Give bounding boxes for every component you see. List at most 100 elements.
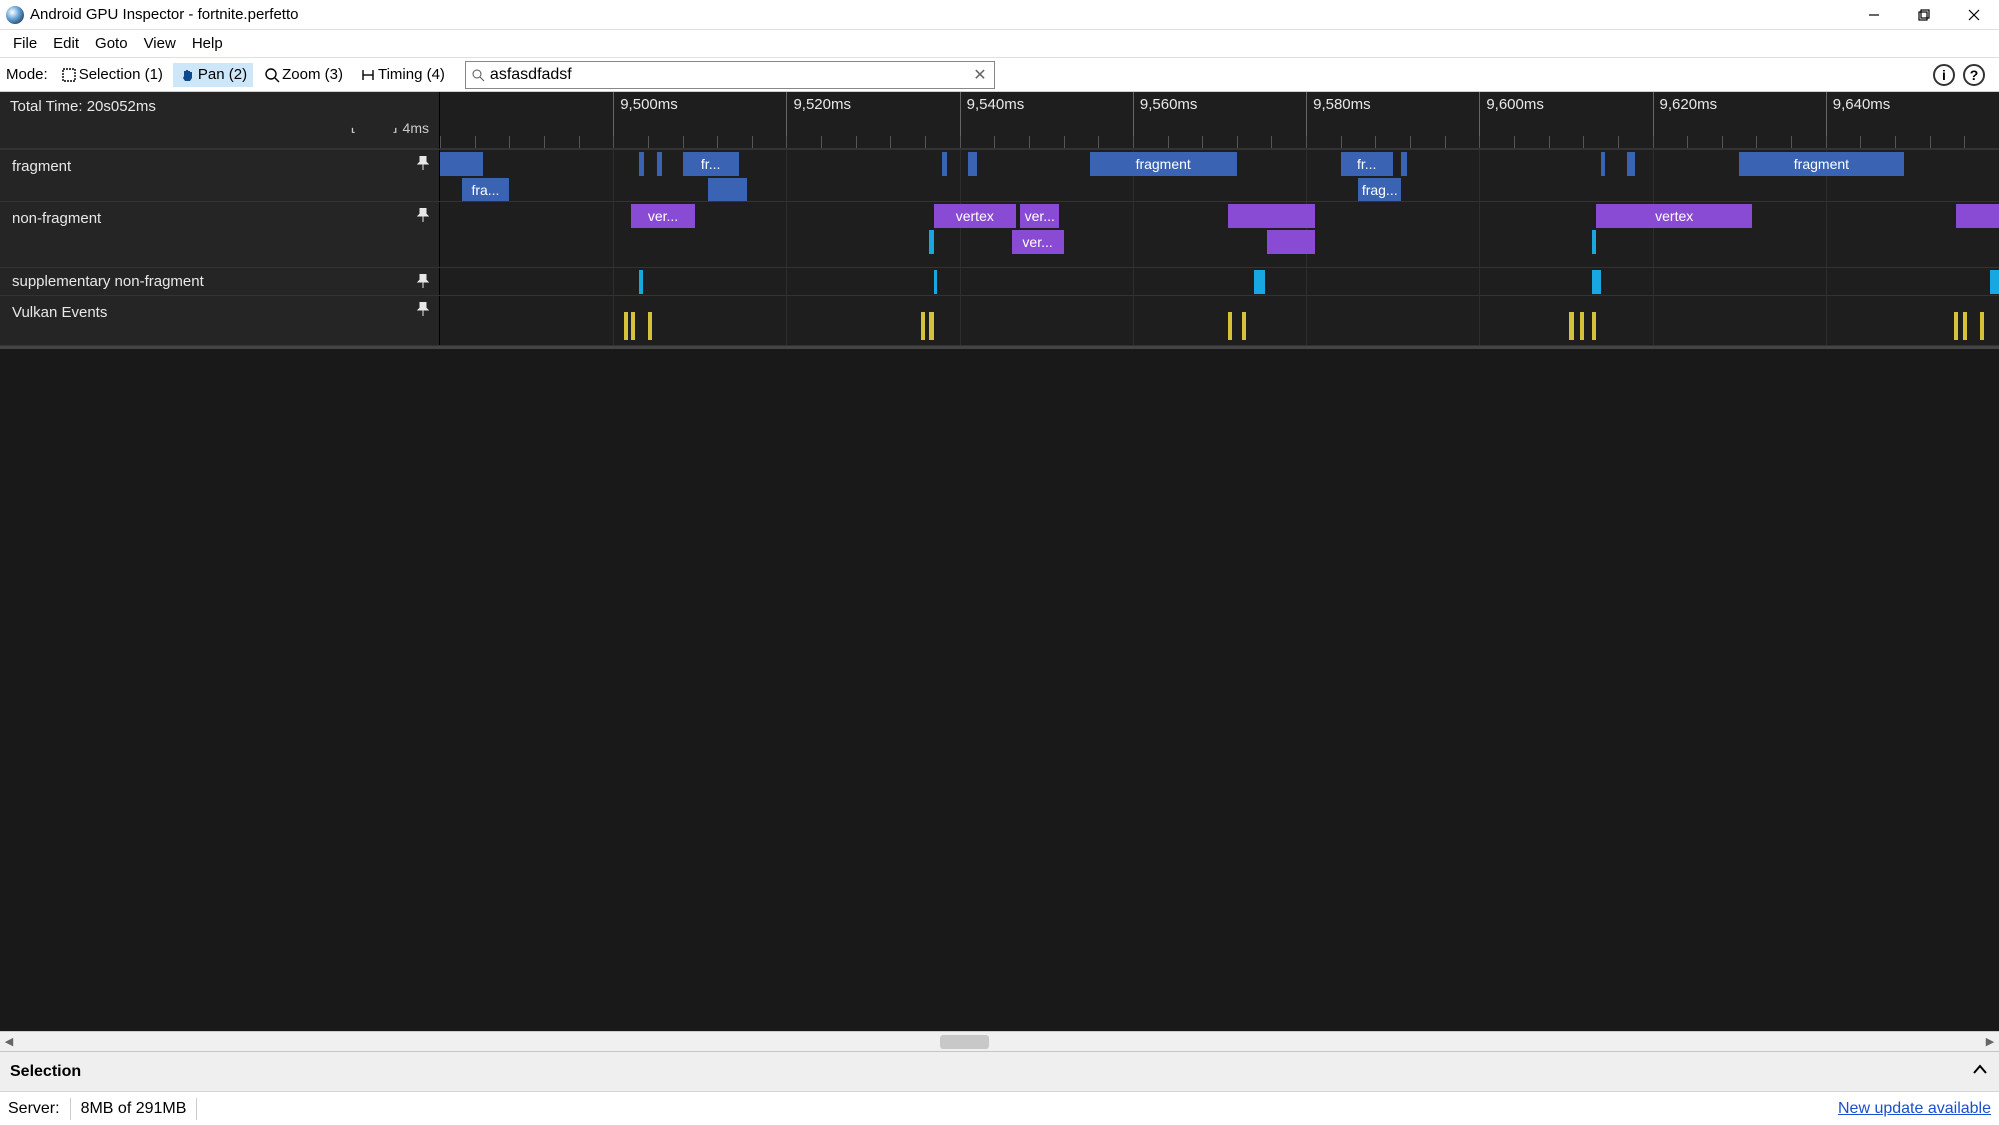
timeline-block[interactable] xyxy=(1401,152,1406,176)
timeline-block[interactable] xyxy=(440,152,483,176)
maximize-button[interactable] xyxy=(1899,0,1949,30)
timeline-block[interactable] xyxy=(1569,312,1573,340)
timeline-block[interactable] xyxy=(1267,230,1315,254)
scroll-left-button[interactable]: ◀ xyxy=(0,1032,18,1051)
scroll-thumb[interactable] xyxy=(940,1035,990,1049)
timeline-block[interactable] xyxy=(1592,270,1601,294)
close-button[interactable] xyxy=(1949,0,1999,30)
update-available-link[interactable]: New update available xyxy=(1838,1100,1991,1118)
scroll-right-button[interactable]: ▶ xyxy=(1981,1032,1999,1051)
mode-selection-label: Selection (1) xyxy=(79,66,163,83)
timeline-block[interactable] xyxy=(1580,312,1584,340)
track-label[interactable]: Vulkan Events xyxy=(0,296,440,345)
track-label[interactable]: fragment xyxy=(0,150,440,201)
status-memory: 8MB of 291MB xyxy=(81,1100,187,1118)
timeline-block[interactable] xyxy=(1228,312,1232,340)
track-label-text: non-fragment xyxy=(12,210,101,227)
track-content[interactable] xyxy=(440,268,1999,295)
timeline-block[interactable] xyxy=(639,270,642,294)
tick-minor xyxy=(1064,136,1065,148)
ruler-track[interactable]: 9,500ms9,520ms9,540ms9,560ms9,580ms9,600… xyxy=(440,92,1999,149)
timeline-block[interactable] xyxy=(624,312,628,340)
horizontal-scrollbar[interactable]: ◀ ▶ xyxy=(0,1031,1999,1051)
timeline-block[interactable]: fr... xyxy=(683,152,739,176)
menu-goto[interactable]: Goto xyxy=(88,32,135,55)
tick-label: 9,500ms xyxy=(620,96,678,113)
timeline-ruler: Total Time: 20s052ms ⸤ ⸥ 4ms 9,500ms9,52… xyxy=(0,92,1999,150)
mode-selection-button[interactable]: Selection (1) xyxy=(54,63,169,87)
timeline-block[interactable] xyxy=(929,230,933,254)
tick-minor xyxy=(648,136,649,148)
timeline-block[interactable] xyxy=(934,270,937,294)
timeline-block[interactable] xyxy=(1980,312,1984,340)
timeline-block[interactable] xyxy=(1990,270,1999,294)
tick-minor xyxy=(1029,136,1030,148)
pin-icon[interactable] xyxy=(417,208,429,226)
tick-minor xyxy=(1098,136,1099,148)
pin-icon[interactable] xyxy=(417,274,429,292)
timeline-block[interactable] xyxy=(639,152,644,176)
track-label[interactable]: non-fragment xyxy=(0,202,440,267)
menu-edit[interactable]: Edit xyxy=(46,32,86,55)
timeline-block[interactable] xyxy=(708,178,747,201)
track-content[interactable] xyxy=(440,296,1999,345)
mode-timing-label: Timing (4) xyxy=(378,66,445,83)
timeline-empty-area[interactable] xyxy=(0,346,1999,1031)
track-content[interactable]: fra...fr...fragmentfr...frag...fragment xyxy=(440,150,1999,201)
timeline-block[interactable]: vertex xyxy=(934,204,1016,228)
timeline-block[interactable]: vertex xyxy=(1596,204,1752,228)
timeline-block[interactable] xyxy=(1228,204,1315,228)
timeline-block[interactable]: fra... xyxy=(462,178,510,201)
info-button[interactable]: i xyxy=(1933,64,1955,86)
timeline-block[interactable]: ver... xyxy=(631,204,696,228)
timeline-block[interactable] xyxy=(1592,230,1596,254)
timeline-block[interactable]: fr... xyxy=(1341,152,1393,176)
timeline-block[interactable] xyxy=(631,312,635,340)
timeline-block[interactable] xyxy=(1627,152,1636,176)
tick-minor xyxy=(925,136,926,148)
timeline-block[interactable]: ver... xyxy=(1020,204,1059,228)
search-clear-button[interactable]: ✕ xyxy=(966,65,994,85)
timeline-block[interactable] xyxy=(968,152,977,176)
timeline-block[interactable] xyxy=(921,312,925,340)
timeline-block[interactable] xyxy=(1242,312,1246,340)
mode-pan-button[interactable]: Pan (2) xyxy=(173,63,253,87)
timeline-block[interactable] xyxy=(942,152,946,176)
pin-icon[interactable] xyxy=(417,302,429,320)
menu-bar: File Edit Goto View Help xyxy=(0,30,1999,58)
timeline-block[interactable] xyxy=(1956,204,1999,228)
track-content[interactable]: ver...vertexver...ver...vertex xyxy=(440,202,1999,267)
menu-help[interactable]: Help xyxy=(185,32,230,55)
timing-icon xyxy=(359,66,377,84)
mode-zoom-button[interactable]: Zoom (3) xyxy=(257,63,349,87)
tick-label: 9,640ms xyxy=(1833,96,1891,113)
track-label[interactable]: supplementary non-fragment xyxy=(0,268,440,295)
menu-view[interactable]: View xyxy=(137,32,183,55)
help-button[interactable]: ? xyxy=(1963,64,1985,86)
tick-minor xyxy=(786,136,787,148)
tick-minor xyxy=(1479,136,1480,148)
timeline-block[interactable]: fragment xyxy=(1090,152,1237,176)
selection-panel-toggle[interactable] xyxy=(1971,1061,1989,1082)
timeline-block[interactable] xyxy=(1954,312,1958,340)
menu-file[interactable]: File xyxy=(6,32,44,55)
timeline-block[interactable] xyxy=(648,312,652,340)
search-icon xyxy=(466,68,490,82)
timeline-block[interactable]: frag... xyxy=(1358,178,1401,201)
timeline-block[interactable] xyxy=(929,312,933,340)
tick-minor xyxy=(1930,136,1931,148)
timeline-block[interactable] xyxy=(1963,312,1967,340)
tick-minor xyxy=(821,136,822,148)
mode-timing-button[interactable]: Timing (4) xyxy=(353,63,451,87)
timeline-block[interactable]: ver... xyxy=(1012,230,1064,254)
timeline-block[interactable] xyxy=(1592,312,1596,340)
pin-icon[interactable] xyxy=(417,156,429,174)
timeline-block[interactable] xyxy=(1601,152,1605,176)
timeline-block[interactable] xyxy=(1254,270,1264,294)
timeline-block[interactable]: fragment xyxy=(1739,152,1904,176)
minimize-button[interactable] xyxy=(1849,0,1899,30)
search-input[interactable] xyxy=(490,62,966,88)
timeline-block[interactable] xyxy=(657,152,662,176)
app-icon xyxy=(6,6,24,24)
tick-minor xyxy=(1445,136,1446,148)
